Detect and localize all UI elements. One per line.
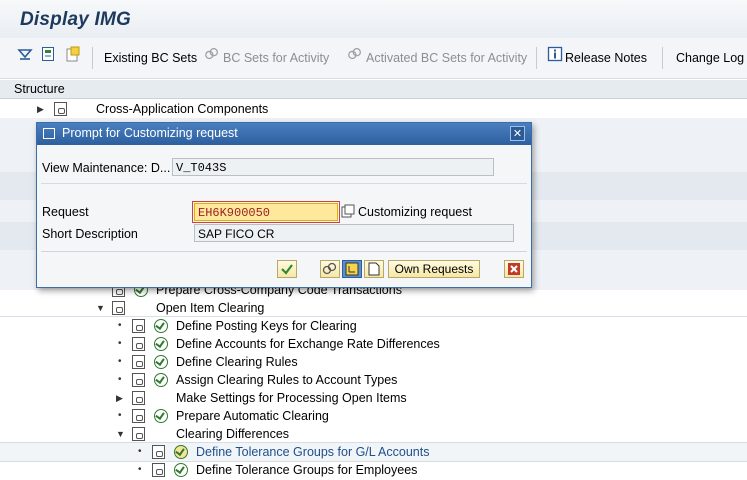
img-node-icon [112, 301, 125, 315]
close-icon[interactable]: ✕ [510, 126, 525, 141]
structure-header-bar [0, 80, 747, 99]
expand-subtree-icon[interactable] [17, 46, 33, 62]
bc-set-icon [322, 262, 337, 275]
tree-node-prepare-automatic-clearing[interactable]: • Prepare Automatic Clearing [0, 407, 747, 425]
new-document-icon [368, 262, 380, 276]
collapsed-arrow-icon[interactable]: ▶ [116, 389, 123, 407]
release-notes-button[interactable]: Release Notes [565, 48, 647, 68]
info-icon [547, 46, 563, 62]
cancel-button[interactable] [504, 260, 524, 278]
tree-node-label: Clearing Differences [176, 427, 290, 441]
request-hierarchy-button[interactable] [342, 260, 362, 278]
tree-node-define-accounts-exchange-rate[interactable]: • Define Accounts for Exchange Rate Diff… [0, 335, 747, 353]
short-description-field: SAP FICO CR [194, 224, 514, 242]
tree-bullet: • [118, 320, 122, 331]
tree-bullet: • [118, 410, 122, 421]
img-node-icon [132, 391, 145, 405]
tree-node-tolerance-groups-gl-accounts[interactable]: • Define Tolerance Groups for G/L Accoun… [0, 443, 747, 461]
change-log-button[interactable]: Change Log [676, 48, 744, 68]
img-node-icon [132, 337, 145, 351]
tree-node-open-item-clearing[interactable]: ▼ Open Item Clearing [0, 299, 747, 317]
checkmark-icon [281, 264, 293, 275]
tree-node-cross-application-components[interactable]: ▶ Cross-Application Components [0, 100, 747, 118]
toolbar-separator [92, 47, 93, 69]
img-node-icon [132, 355, 145, 369]
tree-node-label: Make Settings for Processing Open Items [176, 391, 407, 405]
tree-node-define-clearing-rules[interactable]: • Define Clearing Rules [0, 353, 747, 371]
execute-activity-icon[interactable] [154, 355, 168, 369]
customizing-request-label: Customizing request [358, 205, 472, 219]
request-label: Request [42, 205, 89, 219]
application-toolbar: Existing BC Sets BC Sets for Activity Ac… [0, 38, 747, 79]
toolbar-separator [536, 47, 537, 69]
dialog-title: Prompt for Customizing request [62, 126, 238, 140]
dialog-edit-icon [43, 128, 55, 139]
tree-node-label: Define Posting Keys for Clearing [176, 319, 357, 333]
img-node-icon [152, 463, 165, 477]
tree-node-label: Define Tolerance Groups for Employees [196, 463, 418, 477]
expanded-arrow-icon[interactable]: ▼ [96, 299, 105, 317]
confirm-button[interactable] [277, 260, 297, 278]
tree-node-define-posting-keys[interactable]: • Define Posting Keys for Clearing [0, 317, 747, 335]
tree-node-clearing-differences[interactable]: ▼ Clearing Differences [0, 425, 747, 443]
create-request-button[interactable] [364, 260, 384, 278]
cancel-icon [508, 263, 520, 275]
bc-set-icon [205, 48, 218, 60]
execute-activity-icon[interactable] [154, 337, 168, 351]
existing-bc-sets-button[interactable]: Existing BC Sets [104, 48, 197, 68]
expanded-arrow-icon[interactable]: ▼ [116, 425, 125, 443]
tree-node-label: Open Item Clearing [156, 301, 265, 315]
img-node-icon [54, 102, 67, 116]
execute-activity-icon[interactable] [154, 409, 168, 423]
toolbar-separator [662, 47, 663, 69]
activated-bc-set-icon [348, 48, 361, 60]
execute-activity-icon[interactable] [174, 445, 188, 459]
tree-node-label: Define Clearing Rules [176, 355, 298, 369]
view-maintenance-field: V_T043S [172, 158, 494, 176]
value-help-icon[interactable] [341, 204, 355, 218]
tree-node-label: Cross-Application Components [96, 102, 269, 116]
tree-node-label: Define Tolerance Groups for G/L Accounts [196, 445, 430, 459]
execute-activity-icon[interactable] [154, 319, 168, 333]
img-node-icon [152, 445, 165, 459]
img-node-icon [132, 427, 145, 441]
img-node-icon [132, 319, 145, 333]
img-node-icon [132, 409, 145, 423]
tree-node-label: Define Accounts for Exchange Rate Differ… [176, 337, 440, 351]
tree-bullet: • [118, 356, 122, 367]
document-icon[interactable] [65, 46, 81, 62]
execute-activity-icon[interactable] [154, 373, 168, 387]
img-node-icon [132, 373, 145, 387]
tree-bullet: • [138, 464, 142, 475]
dialog-title-bar: Prompt for Customizing request ✕ [37, 123, 531, 145]
tree-bullet: • [138, 446, 142, 457]
hierarchy-icon [345, 262, 359, 276]
structure-header: Structure [14, 82, 65, 96]
short-description-label: Short Description [42, 227, 138, 241]
bc-sets-for-activity-button[interactable]: BC Sets for Activity [223, 48, 329, 68]
tree-bullet: • [118, 374, 122, 385]
tree-node-label: Assign Clearing Rules to Account Types [176, 373, 398, 387]
tree-node-label: Prepare Automatic Clearing [176, 409, 329, 423]
tree-bullet: • [118, 338, 122, 349]
bc-set-button[interactable] [320, 260, 340, 278]
collapsed-arrow-icon[interactable]: ▶ [37, 100, 44, 118]
customizing-request-dialog: Prompt for Customizing request ✕ View Ma… [36, 122, 532, 288]
find-in-tree-icon[interactable] [41, 46, 57, 62]
request-input[interactable]: EH6K900050 [194, 203, 338, 221]
view-maintenance-label: View Maintenance: D... [42, 161, 171, 175]
execute-activity-icon[interactable] [174, 463, 188, 477]
tree-node-tolerance-groups-employees[interactable]: • Define Tolerance Groups for Employees [0, 461, 747, 479]
dialog-footer-divider [41, 251, 527, 252]
tree-node-settings-processing-open-items[interactable]: ▶ Make Settings for Processing Open Item… [0, 389, 747, 407]
activated-bc-sets-for-activity-button[interactable]: Activated BC Sets for Activity [366, 48, 527, 68]
own-requests-button[interactable]: Own Requests [388, 260, 480, 278]
tree-node-assign-clearing-rules[interactable]: • Assign Clearing Rules to Account Types [0, 371, 747, 389]
page-title: Display IMG [20, 9, 131, 30]
dialog-section-divider [41, 183, 527, 184]
